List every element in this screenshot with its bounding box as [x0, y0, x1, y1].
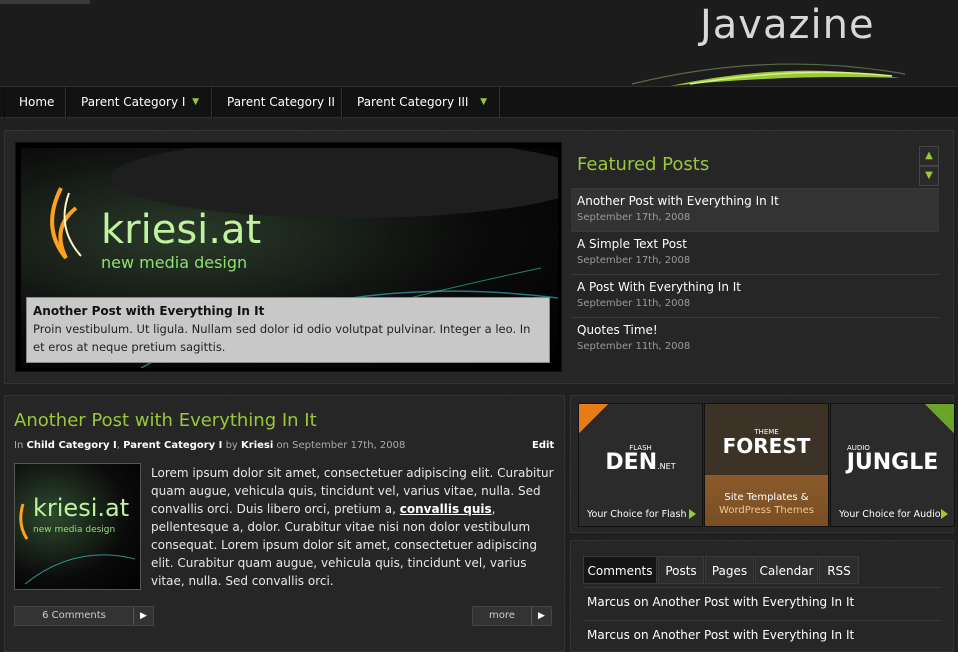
- slide-brand: kriesi.at: [101, 207, 261, 253]
- header-decoration: [0, 0, 90, 4]
- meta-in: In: [14, 440, 24, 451]
- flashden-ad[interactable]: FLASH DEN.NET Your Choice for Flash: [578, 403, 703, 527]
- nav-label: Home: [19, 95, 55, 109]
- featured-item[interactable]: Another Post with Everything In It Septe…: [571, 188, 939, 231]
- tab-pages[interactable]: Pages: [705, 556, 754, 584]
- featured-posts-list: Featured Posts ▲ ▼ Another Post with Eve…: [571, 142, 941, 362]
- themeforest-ad[interactable]: THEME FOREST Site Templates & WordPress …: [704, 403, 829, 527]
- nav-parent-category-1[interactable]: Parent Category I ▼: [66, 87, 212, 118]
- arrow-right-icon: ▶: [133, 607, 153, 625]
- ad-brand: FOREST: [722, 434, 811, 458]
- featured-item-date: September 17th, 2008: [577, 212, 691, 223]
- post-meta: In Child Category I, Parent Category I b…: [14, 440, 406, 451]
- caption-title[interactable]: Another Post with Everything In It: [33, 302, 543, 320]
- featured-item[interactable]: Quotes Time! September 11th, 2008: [571, 317, 939, 360]
- featured-item-date: September 17th, 2008: [577, 255, 691, 266]
- comments-button[interactable]: 6 Comments ▶: [14, 606, 154, 626]
- main-nav: Home Parent Category I ▼ Parent Category …: [0, 86, 958, 118]
- tab-posts[interactable]: Posts: [658, 556, 704, 584]
- ad-line1: Site Templates &: [724, 492, 809, 503]
- ad-tagline: Your Choice for Audio: [839, 509, 941, 520]
- slide-caption[interactable]: Another Post with Everything In It Proin…: [26, 297, 550, 363]
- arrow-right-icon: [941, 509, 948, 519]
- category-link[interactable]: Parent Category I: [123, 440, 222, 451]
- featured-item-title: A Post With Everything In It: [577, 280, 741, 294]
- featured-title: Featured Posts: [577, 154, 710, 175]
- slide-tagline: new media design: [101, 253, 247, 272]
- featured-slider[interactable]: kriesi.at new media design Another Post …: [15, 142, 562, 372]
- svg-text:new media design: new media design: [33, 525, 115, 535]
- featured-item-date: September 11th, 2008: [577, 298, 691, 309]
- ad-line2: WordPress Themes: [719, 505, 814, 516]
- post-thumbnail[interactable]: kriesi.at new media design: [14, 463, 141, 590]
- audiojungle-ad[interactable]: AUDIO JUNGLE Your Choice for Audio: [830, 403, 955, 527]
- comments-label: 6 Comments: [42, 610, 106, 621]
- svg-text:kriesi.at: kriesi.at: [33, 494, 129, 522]
- featured-item-title: Another Post with Everything In It: [577, 194, 779, 208]
- more-button[interactable]: more ▶: [472, 606, 552, 626]
- site-logo[interactable]: Javazine: [700, 2, 875, 48]
- featured-item-title: Quotes Time!: [577, 323, 658, 337]
- chevron-down-icon: ▼: [925, 170, 933, 181]
- featured-item[interactable]: A Simple Text Post September 17th, 2008: [571, 231, 939, 274]
- nav-label: Parent Category I: [81, 95, 186, 109]
- arrow-right-icon: ▶: [531, 607, 551, 625]
- more-label: more: [489, 610, 515, 621]
- featured-item[interactable]: A Post With Everything In It September 1…: [571, 274, 939, 317]
- post-title[interactable]: Another Post with Everything In It: [14, 410, 317, 431]
- chevron-up-icon: ▲: [925, 150, 933, 161]
- ad-brand: JUNGLE: [846, 450, 939, 475]
- arrow-right-icon: [689, 509, 696, 519]
- ad-tagline: Your Choice for Flash: [587, 509, 687, 520]
- nav-home[interactable]: Home: [4, 87, 66, 118]
- category-link[interactable]: Child Category I: [26, 440, 116, 451]
- tab-comments[interactable]: Comments: [583, 556, 657, 584]
- author-link[interactable]: Kriesi: [241, 440, 273, 451]
- nav-parent-category-3[interactable]: Parent Category III ▼: [342, 87, 500, 118]
- edit-link[interactable]: Edit: [532, 440, 554, 451]
- chevron-down-icon: ▼: [480, 97, 487, 107]
- featured-item-date: September 11th, 2008: [577, 341, 691, 352]
- convallis-link[interactable]: convallis quis: [400, 502, 492, 516]
- comment-item[interactable]: Marcus on Another Post with Everything I…: [583, 620, 941, 651]
- ad-brand: DEN.NET: [605, 450, 676, 475]
- nav-parent-category-2[interactable]: Parent Category II: [212, 87, 342, 118]
- nav-label: Parent Category III: [357, 95, 469, 109]
- comment-item[interactable]: Marcus on Another Post with Everything I…: [583, 587, 941, 618]
- meta-by: by: [225, 440, 238, 451]
- nav-label: Parent Category II: [227, 95, 335, 109]
- scroll-down-button[interactable]: ▼: [919, 166, 939, 186]
- kriesi-thumbnail-image: kriesi.at new media design: [19, 494, 136, 585]
- caption-text: Proin vestibulum. Ut ligula. Nullam sed …: [33, 322, 531, 354]
- scroll-up-button[interactable]: ▲: [919, 146, 939, 166]
- post-date: on September 17th, 2008: [276, 440, 406, 451]
- post-excerpt: Lorem ipsum dolor sit amet, consectetuer…: [151, 464, 555, 590]
- featured-item-title: A Simple Text Post: [577, 237, 688, 251]
- tab-calendar[interactable]: Calendar: [755, 556, 818, 584]
- chevron-down-icon: ▼: [192, 97, 199, 107]
- tab-rss[interactable]: RSS: [819, 556, 859, 584]
